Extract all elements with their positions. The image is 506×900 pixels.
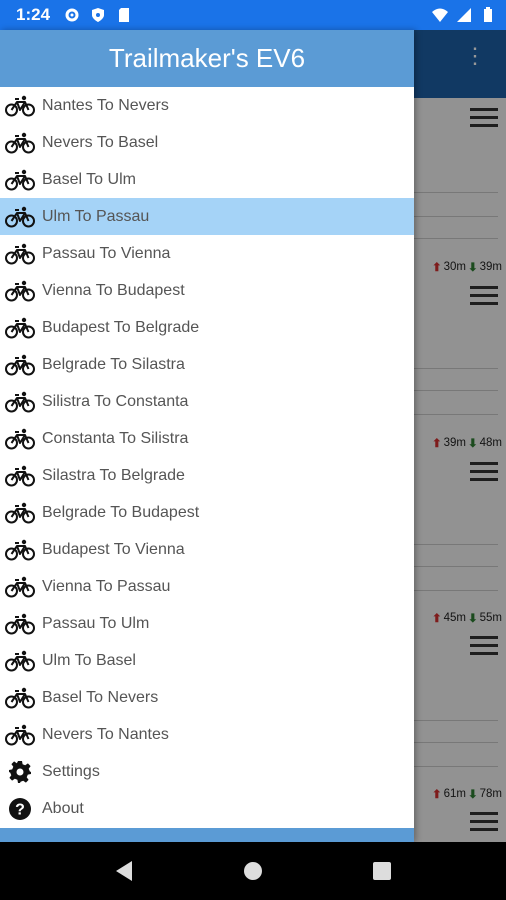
drawer-item-nevers-to-basel[interactable]: Nevers To Basel [0, 124, 414, 161]
svg-text:?: ? [15, 801, 25, 818]
bicycle-icon [4, 574, 36, 600]
bicycle-icon [4, 93, 36, 119]
bicycle-icon [4, 352, 36, 378]
bicycle-icon [4, 648, 36, 674]
drawer-item-ulm-to-basel[interactable]: Ulm To Basel [0, 642, 414, 679]
bicycle-icon [4, 130, 36, 156]
bicycle-icon [4, 722, 36, 748]
status-bar: 1:24 [0, 0, 506, 30]
drawer-item-label: Basel To Nevers [42, 688, 159, 706]
drawer-list: Nantes To Nevers Nevers To Basel Basel To … [0, 87, 414, 827]
drawer-item-settings[interactable]: Settings [0, 753, 414, 790]
drawer-item-silistra-to-constanta[interactable]: Silistra To Constanta [0, 383, 414, 420]
status-time: 1:24 [16, 5, 51, 24]
gear-icon [65, 8, 79, 22]
recents-icon[interactable] [370, 859, 394, 883]
drawer-item-label: Passau To Vienna [42, 244, 171, 262]
drawer-item-label: Belgrade To Silastra [42, 355, 185, 373]
drawer-item-label: Passau To Ulm [42, 614, 150, 632]
bicycle-icon [4, 611, 36, 637]
drawer-item-budapest-to-belgrade[interactable]: Budapest To Belgrade [0, 309, 414, 346]
drawer-item-label: About [42, 799, 84, 817]
settings-icon [4, 759, 36, 785]
bicycle-icon [4, 278, 36, 304]
battery-icon [484, 7, 492, 22]
drawer-item-vienna-to-passau[interactable]: Vienna To Passau [0, 568, 414, 605]
drawer-item-silastra-to-belgrade[interactable]: Silastra To Belgrade [0, 457, 414, 494]
drawer-item-about[interactable]: ? About [0, 790, 414, 827]
drawer-item-label: Ulm To Basel [42, 651, 136, 669]
drawer-item-passau-to-ulm[interactable]: Passau To Ulm [0, 605, 414, 642]
home-icon[interactable] [241, 859, 265, 883]
signal-icon [457, 8, 471, 22]
drawer-item-label: Belgrade To Budapest [42, 503, 200, 521]
drawer-title: Trailmaker's EV6 [108, 43, 306, 73]
back-icon[interactable] [112, 859, 136, 883]
drawer-header: Trailmaker's EV6 [0, 30, 414, 87]
drawer-item-label: Silastra To Belgrade [42, 466, 185, 484]
drawer-item-label: Budapest To Vienna [42, 540, 185, 558]
drawer-item-constanta-to-silistra[interactable]: Constanta To Silistra [0, 420, 414, 457]
wifi-icon [432, 8, 448, 22]
shield-icon [92, 8, 105, 22]
bicycle-icon [4, 167, 36, 193]
sd-card-icon [119, 8, 130, 22]
drawer-item-nantes-to-nevers[interactable]: Nantes To Nevers [0, 87, 414, 124]
drawer-item-label: Basel To Ulm [42, 170, 136, 188]
drawer-item-budapest-to-vienna[interactable]: Budapest To Vienna [0, 531, 414, 568]
drawer-footer [0, 828, 414, 842]
drawer-item-label: Settings [42, 762, 100, 780]
drawer-item-basel-to-nevers[interactable]: Basel To Nevers [0, 679, 414, 716]
bicycle-icon [4, 500, 36, 526]
drawer-item-label: Vienna To Passau [42, 577, 171, 595]
drawer-item-basel-to-ulm[interactable]: Basel To Ulm [0, 161, 414, 198]
bicycle-icon [4, 389, 36, 415]
drawer-item-label: Ulm To Passau [42, 207, 150, 225]
help-icon: ? [4, 796, 36, 822]
drawer-item-belgrade-to-silastra[interactable]: Belgrade To Silastra [0, 346, 414, 383]
drawer-item-vienna-to-budapest[interactable]: Vienna To Budapest [0, 272, 414, 309]
drawer-item-ulm-to-passau[interactable]: Ulm To Passau [0, 198, 414, 235]
system-nav-bar [0, 842, 506, 900]
bicycle-icon [4, 315, 36, 341]
bicycle-icon [4, 241, 36, 267]
bicycle-icon [4, 426, 36, 452]
navigation-drawer: Trailmaker's EV6 Nantes To Nevers Nevers … [0, 30, 414, 842]
bicycle-icon [4, 204, 36, 230]
drawer-item-label: Constanta To Silistra [42, 429, 189, 447]
bicycle-icon [4, 537, 36, 563]
drawer-item-label: Nevers To Nantes [42, 725, 169, 743]
bicycle-icon [4, 685, 36, 711]
drawer-item-label: Vienna To Budapest [42, 281, 185, 299]
drawer-item-belgrade-to-budapest[interactable]: Belgrade To Budapest [0, 494, 414, 531]
bicycle-icon [4, 463, 36, 489]
drawer-item-label: Silistra To Constanta [42, 392, 189, 410]
drawer-item-label: Nantes To Nevers [42, 96, 169, 114]
drawer-item-nevers-to-nantes[interactable]: Nevers To Nantes [0, 716, 414, 753]
drawer-item-label: Nevers To Basel [42, 133, 159, 151]
drawer-item-label: Budapest To Belgrade [42, 318, 200, 336]
drawer-item-passau-to-vienna[interactable]: Passau To Vienna [0, 235, 414, 272]
